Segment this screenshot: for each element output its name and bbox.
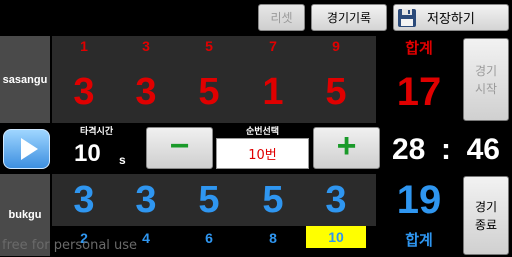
floppy-disk-icon	[397, 8, 417, 28]
home-inning-label: 6	[205, 230, 213, 246]
home-inning-score[interactable]: 3	[54, 180, 114, 220]
game-start-button[interactable]: 경기 시작	[463, 38, 509, 121]
home-team-label: bukgu	[8, 209, 42, 221]
minus-icon: −	[169, 126, 190, 165]
game-end-label-1: 경기	[474, 199, 498, 214]
save-button[interactable]: 저장하기	[393, 4, 509, 31]
save-label: 저장하기	[427, 12, 475, 27]
away-inning-label: 7	[269, 38, 277, 54]
clock-minutes: 28	[392, 133, 426, 166]
game-start-label-1: 경기	[474, 63, 498, 78]
away-inning-label: 9	[332, 38, 340, 54]
clock-separator: :	[441, 133, 451, 166]
play-icon	[21, 138, 38, 160]
game-clock: 28 : 46	[388, 128, 510, 172]
order-select-field[interactable]: 10번	[216, 138, 309, 169]
order-select-label: 순번선택	[245, 127, 280, 137]
home-total-label: 합계	[405, 231, 433, 249]
away-total-label: 합계	[405, 39, 433, 57]
clock-seconds: 46	[466, 133, 500, 166]
home-inning-score[interactable]: 3	[306, 180, 366, 220]
home-inning-score[interactable]: 3	[116, 180, 176, 220]
minus-button[interactable]: −	[146, 127, 213, 169]
away-total-score: 17	[396, 70, 442, 114]
game-record-button[interactable]: 경기기록	[311, 4, 387, 31]
reset-label: 리셋	[270, 11, 293, 25]
home-inning-score[interactable]: 5	[243, 180, 303, 220]
game-start-label-2: 시작	[474, 81, 498, 96]
away-inning-label: 1	[80, 38, 88, 54]
watermark-text: free for personal use	[2, 238, 138, 253]
away-inning-score[interactable]: 3	[116, 72, 176, 112]
home-inning-label-current: 10	[306, 226, 366, 248]
plus-icon: +	[336, 126, 357, 165]
hit-time-value: 10	[74, 140, 101, 167]
toolbar: 리셋 경기기록 저장하기	[0, 0, 512, 34]
game-end-label-2: 종료	[474, 217, 498, 232]
away-inning-label: 5	[205, 38, 213, 54]
away-team-name: sasangu	[0, 36, 50, 123]
home-total-score: 19	[396, 178, 442, 222]
game-record-label: 경기기록	[326, 11, 372, 25]
away-inning-label: 3	[142, 38, 150, 54]
away-score-panel: 1 3 5 7 9 3 3 5 1 5	[52, 36, 376, 123]
plus-button[interactable]: +	[313, 127, 380, 169]
away-team-label: sasangu	[2, 73, 48, 86]
home-score-panel: 3 3 5 5 3	[52, 174, 376, 226]
home-inning-label: 8	[269, 230, 277, 246]
home-inning-score[interactable]: 5	[179, 180, 239, 220]
hit-time-unit: s	[119, 153, 126, 167]
play-button[interactable]	[3, 129, 50, 169]
reset-button[interactable]: 리셋	[258, 4, 305, 31]
game-end-button[interactable]: 경기 종료	[463, 176, 509, 255]
away-inning-score[interactable]: 5	[306, 72, 366, 112]
hit-time-label: 타격시간	[80, 127, 114, 137]
away-inning-score[interactable]: 5	[179, 72, 239, 112]
away-inning-score[interactable]: 3	[54, 72, 114, 112]
order-select-value: 10번	[248, 148, 277, 163]
away-inning-score[interactable]: 1	[243, 72, 303, 112]
